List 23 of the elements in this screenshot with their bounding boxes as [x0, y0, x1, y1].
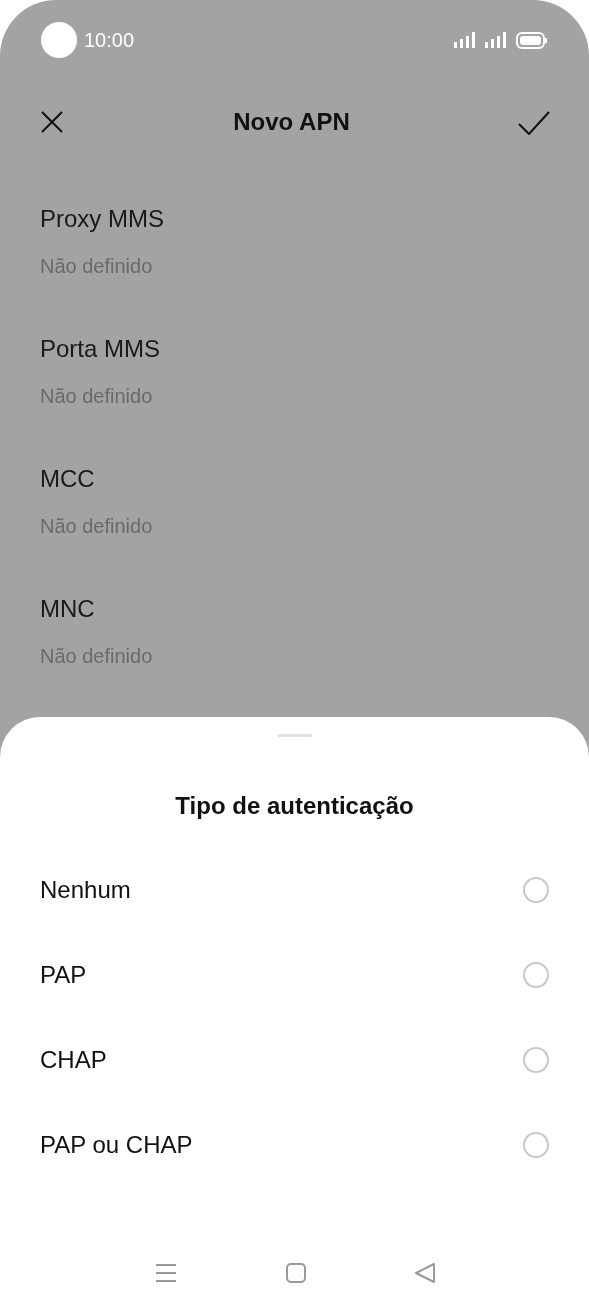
close-button[interactable] — [39, 109, 65, 135]
confirm-button[interactable] — [518, 109, 550, 135]
sheet-title: Tipo de autenticação — [174, 791, 415, 821]
menu-icon[interactable] — [154, 1263, 177, 1283]
radio-button[interactable] — [523, 961, 549, 988]
field-label: Proxy MMS — [40, 204, 164, 234]
option-row[interactable]: Nenhum — [0, 847, 589, 932]
field-label: MNC — [40, 594, 95, 624]
option-row[interactable]: CHAP — [0, 1017, 589, 1102]
signal-icon — [454, 32, 476, 48]
home-icon[interactable] — [285, 1263, 306, 1283]
status-time: 10:00 — [84, 28, 135, 53]
page-title: Novo APN — [232, 107, 351, 137]
back-icon[interactable] — [414, 1263, 435, 1283]
radio-button[interactable] — [523, 1046, 549, 1073]
option-row[interactable]: PAP ou CHAP — [0, 1102, 589, 1187]
radio-button[interactable] — [523, 1131, 549, 1158]
option-row[interactable]: PAP — [0, 932, 589, 1017]
radio-button[interactable] — [523, 876, 549, 903]
field-label: Porta MMS — [40, 334, 161, 364]
field-label: MCC — [40, 464, 95, 494]
signal-icon — [485, 32, 507, 48]
battery-icon — [516, 31, 548, 49]
